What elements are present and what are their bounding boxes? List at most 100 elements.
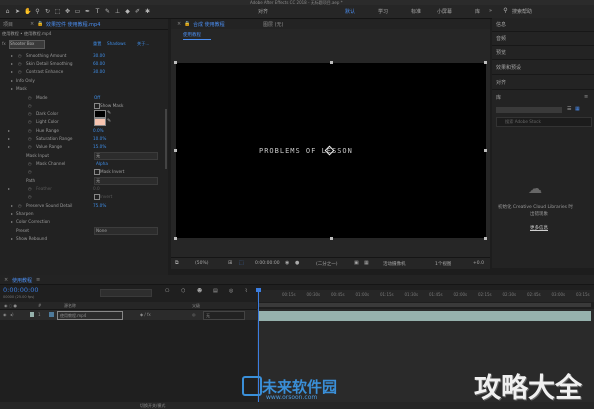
workspace-standard[interactable]: 标准 xyxy=(411,8,421,15)
home-icon[interactable]: ⌂ xyxy=(4,8,11,15)
col-parent[interactable]: 父级 xyxy=(192,303,200,309)
effect-property-row[interactable]: ▸ Mask xyxy=(0,85,163,93)
snapshot-icon[interactable]: ◉ xyxy=(285,260,289,266)
motion-blur-icon[interactable]: ◎ xyxy=(229,288,233,294)
comp-subtab[interactable]: 使用教程 xyxy=(183,32,201,38)
roto-brush-tool-icon[interactable]: ✐ xyxy=(134,8,141,15)
workspace-libraries[interactable]: 库 xyxy=(475,8,480,15)
property-value[interactable]: 30.00 xyxy=(93,53,105,58)
tab-composition[interactable]: 合成 使用教程 xyxy=(193,21,225,28)
stopwatch-icon[interactable]: ◷ xyxy=(28,111,32,116)
property-value[interactable]: 无 xyxy=(96,178,100,184)
disclosure-triangle-icon[interactable]: ▸ xyxy=(11,86,13,91)
effect-property-row[interactable]: ▸ ◷ Value Range 15.0% xyxy=(0,143,163,151)
stopwatch-icon[interactable]: ◷ xyxy=(18,61,22,66)
panel-info[interactable]: 信息 xyxy=(496,21,506,28)
puppet-tool-icon[interactable]: ✱ xyxy=(144,8,151,15)
effect-property-row[interactable]: ▸ ◷ Saturation Range 10.0% xyxy=(0,135,163,143)
property-value[interactable]: Off xyxy=(94,95,100,100)
draft-3d-icon[interactable]: ⬡ xyxy=(181,288,185,294)
disclosure-triangle-icon[interactable]: ▸ xyxy=(11,78,13,83)
zoom-tool-icon[interactable]: ⚲ xyxy=(34,8,41,15)
stopwatch-icon[interactable]: ◷ xyxy=(28,161,32,166)
menu-icon[interactable]: ≡ xyxy=(584,94,588,100)
library-select[interactable] xyxy=(496,107,562,113)
effect-property-row[interactable]: Preset None xyxy=(0,227,163,235)
scrollbar[interactable] xyxy=(165,109,167,169)
effect-property-row[interactable]: Mask Input 无 xyxy=(0,152,163,160)
effect-property-row[interactable]: ▸ Color Correction xyxy=(0,218,163,226)
graph-editor-icon[interactable]: ⌇ xyxy=(245,288,247,294)
search-icon[interactable]: ⚲ xyxy=(502,7,509,14)
transform-handle[interactable] xyxy=(484,237,487,240)
stopwatch-icon[interactable]: ◷ xyxy=(28,103,32,108)
effect-property-row[interactable]: ◷ Light Color ✎ xyxy=(0,118,163,126)
toggle-switches-modes[interactable]: 切换开关/模式 xyxy=(140,403,165,409)
frame-blending-icon[interactable]: ▤ xyxy=(213,288,218,294)
eyedropper-icon[interactable]: ✎ xyxy=(107,118,111,124)
pan-behind-tool-icon[interactable]: ✥ xyxy=(64,8,71,15)
disclosure-triangle-icon[interactable]: ▸ xyxy=(11,236,13,241)
selection-tool-icon[interactable]: ➤ xyxy=(14,8,21,15)
effect-property-row[interactable]: ▸ ◷ Feather 0.0 xyxy=(0,185,163,193)
eraser-tool-icon[interactable]: ◆ xyxy=(124,8,131,15)
effect-property-row[interactable]: ▸ Info Only xyxy=(0,77,163,85)
disclosure-triangle-icon[interactable]: ▸ xyxy=(11,211,13,216)
shy-icon[interactable]: ☻ xyxy=(197,288,202,294)
audio-icon[interactable]: ◂) xyxy=(10,312,14,317)
effect-property-row[interactable]: ▸ ◷ Smoothing Amount 30.00 xyxy=(0,52,163,60)
lock-icon[interactable]: 🔒 xyxy=(184,21,190,27)
timeline-search-input[interactable] xyxy=(100,289,152,297)
effect-property-row[interactable]: ▸ Show Rebound xyxy=(0,235,163,243)
panel-preview[interactable]: 预览 xyxy=(496,49,506,56)
close-icon[interactable]: × xyxy=(30,21,34,27)
disclosure-triangle-icon[interactable]: ▸ xyxy=(11,61,13,66)
disclosure-triangle-icon[interactable]: ▸ xyxy=(8,186,10,191)
playhead-handle[interactable] xyxy=(256,288,261,292)
workspace-learn[interactable]: 学习 xyxy=(378,8,388,15)
pen-tool-icon[interactable]: ✒ xyxy=(84,8,91,15)
fx-icon[interactable]: fx xyxy=(2,41,6,46)
property-value[interactable]: 10.0% xyxy=(93,136,106,141)
stopwatch-icon[interactable]: ◷ xyxy=(28,194,32,199)
property-value[interactable]: None xyxy=(96,228,107,233)
views-select[interactable]: 1个视图 xyxy=(435,261,451,267)
transform-handle[interactable] xyxy=(174,61,177,64)
workspace-default[interactable]: 默认 xyxy=(345,8,355,15)
show-channel-icon[interactable]: ● xyxy=(295,260,299,266)
grid-view-icon[interactable]: ▦ xyxy=(575,106,580,112)
rotate-tool-icon[interactable]: ↻ xyxy=(44,8,51,15)
panel-align[interactable]: 对齐 xyxy=(496,79,506,86)
stopwatch-icon[interactable]: ◷ xyxy=(18,69,22,74)
stopwatch-icon[interactable]: ◷ xyxy=(28,119,32,124)
reset-link[interactable]: 重置 xyxy=(93,41,101,47)
stopwatch-icon[interactable]: ◷ xyxy=(28,186,32,191)
disclosure-triangle-icon[interactable]: ▸ xyxy=(11,219,13,224)
layer-row[interactable]: ◉ ◂) 1 使用教程.mp4 ◆ / fx ◎ 无 xyxy=(0,310,257,320)
brush-tool-icon[interactable]: ✎ xyxy=(104,8,111,15)
disclosure-triangle-icon[interactable]: ▸ xyxy=(11,203,13,208)
stopwatch-icon[interactable]: ◷ xyxy=(18,53,22,58)
camera-tool-icon[interactable]: ⬚ xyxy=(54,8,61,15)
close-icon[interactable]: × xyxy=(177,21,181,27)
stopwatch-icon[interactable]: ◷ xyxy=(28,95,32,100)
lock-icon[interactable]: 🔒 xyxy=(37,21,43,27)
panel-effects-presets[interactable]: 效果和预设 xyxy=(496,64,521,71)
property-value[interactable]: 30.00 xyxy=(93,69,105,74)
search-help-field[interactable]: 搜索帮助 xyxy=(512,8,532,15)
more-info-link[interactable]: 更多信息 xyxy=(530,225,548,231)
effect-property-row[interactable]: ◷ Mask Invert xyxy=(0,168,163,176)
roi-icon[interactable]: ▣ xyxy=(354,260,359,266)
disclosure-triangle-icon[interactable]: ▸ xyxy=(8,128,10,133)
property-value[interactable]: 60.00 xyxy=(93,61,105,66)
effect-property-row[interactable]: ◷ Mode Off xyxy=(0,94,163,102)
tab-effect-controls[interactable]: 效果控件 使用教程.mp4 xyxy=(46,21,100,28)
resolution-select[interactable]: (二分之一) xyxy=(316,261,338,267)
workspace-small-screen[interactable]: 小屏幕 xyxy=(437,8,452,15)
transform-handle[interactable] xyxy=(484,61,487,64)
disclosure-triangle-icon[interactable]: ▸ xyxy=(11,69,13,74)
align-toolbar-label[interactable]: 对齐 xyxy=(258,8,268,15)
effect-name-label[interactable]: Shooter Box xyxy=(9,40,45,49)
mask-visibility-icon[interactable]: ⬚ xyxy=(239,260,244,266)
tab-timeline[interactable]: 使用教程 xyxy=(12,277,32,284)
